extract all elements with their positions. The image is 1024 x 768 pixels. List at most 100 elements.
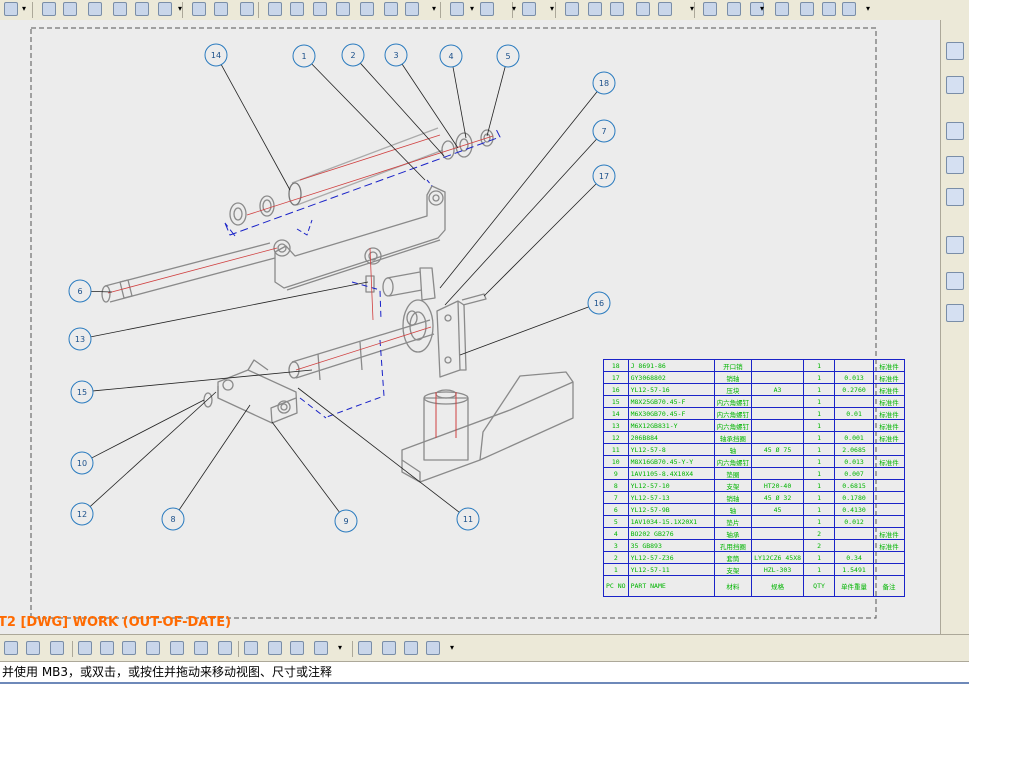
bom-row[interactable]: 2 YL12-57-Z36 套筒 LY12CZ6 45X8 1 0.34: [603, 551, 906, 564]
bom-row[interactable]: 5 1AV1034-15.1X20X1 垫片 1 0.012: [603, 515, 906, 528]
table-icon[interactable]: [480, 2, 494, 16]
sketch-icon[interactable]: [100, 641, 114, 655]
part-balloon[interactable]: 4: [439, 44, 463, 68]
part-balloon[interactable]: 9: [334, 509, 358, 533]
select-icon[interactable]: [360, 2, 374, 16]
dropdown-arrow-icon[interactable]: ▾: [866, 4, 870, 13]
hatch-icon[interactable]: [727, 2, 741, 16]
undo-icon[interactable]: [158, 2, 172, 16]
break-icon[interactable]: [382, 641, 396, 655]
symbol-icon[interactable]: [588, 2, 602, 16]
part-balloon[interactable]: 3: [384, 43, 408, 67]
paste-icon[interactable]: [135, 2, 149, 16]
wireframe-icon[interactable]: [78, 641, 92, 655]
spline-icon[interactable]: [146, 641, 160, 655]
save-icon[interactable]: [800, 2, 814, 16]
bom-row[interactable]: 17 GY3068802 销轴 1 0.013 标准件: [603, 371, 906, 384]
dropdown-arrow-icon[interactable]: ▾: [550, 4, 554, 13]
part-balloon[interactable]: 2: [341, 43, 365, 67]
dropdown-arrow-icon[interactable]: ▾: [338, 643, 342, 652]
bom-row[interactable]: 15 M8X25GB70.45-F 内六角螺钉 1 标准件: [603, 395, 906, 408]
bom-row[interactable]: 8 YL12-57-10 支架 HT20-40 1 0.6815: [603, 479, 906, 492]
part-balloon[interactable]: 16: [587, 291, 611, 315]
cut-icon[interactable]: [822, 2, 836, 16]
save-icon[interactable]: [63, 2, 77, 16]
bom-row[interactable]: 12 206B884 轴承挡圈 1 0.001 标准件: [603, 431, 906, 444]
dropdown-arrow-icon[interactable]: ▾: [22, 4, 26, 13]
format-icon[interactable]: [610, 2, 624, 16]
help-icon[interactable]: [946, 188, 964, 206]
bom-row[interactable]: 14 M6X30GB70.45-F 内六角螺钉 1 0.01 标准件: [603, 407, 906, 420]
section-icon[interactable]: [314, 641, 328, 655]
dropdown-arrow-icon[interactable]: ▾: [450, 643, 454, 652]
part-balloon[interactable]: 14: [204, 43, 228, 67]
text-icon[interactable]: [522, 2, 536, 16]
bom-parts-list[interactable]: 18 J 8691-86 开口销 1 标准件 17 GY3068802 销轴 1 0.013 标准件…: [603, 359, 906, 597]
dropdown-arrow-icon[interactable]: ▾: [470, 4, 474, 13]
point-icon[interactable]: [450, 2, 464, 16]
part-balloon[interactable]: 10: [70, 451, 94, 475]
part-navigator-icon[interactable]: [946, 76, 964, 94]
bom-header-row[interactable]: PC NO PART NAME 材料 规格 QTY 单件重量 备注: [603, 575, 906, 597]
roles-icon[interactable]: [946, 304, 964, 322]
layer-visible-icon[interactable]: [50, 641, 64, 655]
refresh-icon[interactable]: [214, 2, 228, 16]
part-balloon[interactable]: 17: [592, 164, 616, 188]
offset-icon[interactable]: [170, 641, 184, 655]
drawing-graphics-window[interactable]: 14 1 2 3 4 5 18 7 17 16 6 13 15 10 12 8 9 11 T2 [DWG] WOR…: [0, 20, 940, 634]
bom-row[interactable]: 11 YL12-57-8 轴 45 Ø 75 1 2.0685: [603, 443, 906, 456]
dimension-icon[interactable]: [384, 2, 398, 16]
part-balloon[interactable]: 18: [592, 71, 616, 95]
detail-icon[interactable]: [358, 641, 372, 655]
part-balloon[interactable]: 7: [592, 119, 616, 143]
layer-settings-icon[interactable]: [26, 641, 40, 655]
part-balloon[interactable]: 6: [68, 279, 92, 303]
part-balloon[interactable]: 5: [496, 44, 520, 68]
bom-row[interactable]: 1 YL12-57-11 支架 HZL-303 1 1.5491: [603, 563, 906, 576]
dropdown-arrow-icon[interactable]: ▾: [178, 4, 182, 13]
open-icon[interactable]: [42, 2, 56, 16]
curve-icon[interactable]: [122, 641, 136, 655]
pan-icon[interactable]: [313, 2, 327, 16]
dropdown-arrow-icon[interactable]: ▾: [690, 4, 694, 13]
note-icon[interactable]: [565, 2, 579, 16]
bom-row[interactable]: 13 M6X12GB831-Y 内六角螺钉 1 标准件: [603, 419, 906, 432]
bom-row[interactable]: 16 YL12-57-16 压块 A3 1 0.2760 标准件: [603, 383, 906, 396]
model-icon[interactable]: [268, 641, 282, 655]
assembly-navigator-icon[interactable]: [946, 42, 964, 60]
flag-icon[interactable]: [703, 2, 717, 16]
line-icon[interactable]: [405, 2, 419, 16]
layer-settings-icon[interactable]: [426, 641, 440, 655]
bom-row[interactable]: 10 M8X16GB70.45-Y-Y 内六角螺钉 1 0.013 标准件: [603, 455, 906, 468]
bom-row[interactable]: 18 J 8691-86 开口销 1 标准件: [603, 359, 906, 372]
dropdown-arrow-icon[interactable]: ▾: [432, 4, 436, 13]
part-balloon[interactable]: 12: [70, 502, 94, 526]
copy-icon[interactable]: [113, 2, 127, 16]
open-icon[interactable]: [775, 2, 789, 16]
part-balloon[interactable]: 11: [456, 507, 480, 531]
part-balloon[interactable]: 13: [68, 327, 92, 351]
cut-icon[interactable]: [88, 2, 102, 16]
fit-icon[interactable]: [268, 2, 282, 16]
bom-row[interactable]: 6 YL12-57-9B 轴 45 1 0.4130: [603, 503, 906, 516]
part-balloon[interactable]: 15: [70, 380, 94, 404]
bom-row[interactable]: 3 35 GB893 孔用挡圈 2 标准件: [603, 539, 906, 552]
part-balloon[interactable]: 8: [161, 507, 185, 531]
dropdown-arrow-icon[interactable]: ▾: [760, 4, 764, 13]
palette-icon[interactable]: [946, 272, 964, 290]
label-icon[interactable]: [636, 2, 650, 16]
measure-icon[interactable]: [658, 2, 672, 16]
part-balloon[interactable]: 1: [292, 44, 316, 68]
new-icon[interactable]: [4, 2, 18, 16]
view-edit-icon[interactable]: [290, 641, 304, 655]
dropdown-arrow-icon[interactable]: ▾: [512, 4, 516, 13]
bom-row[interactable]: 9 1AV1105-8.4X10X4 垫圈 1 0.007: [603, 467, 906, 480]
layer-icon[interactable]: [4, 641, 18, 655]
history-icon[interactable]: [946, 156, 964, 174]
view-icon[interactable]: [240, 2, 254, 16]
rotate-icon[interactable]: [336, 2, 350, 16]
analysis-icon[interactable]: [218, 641, 232, 655]
layer-icon[interactable]: [404, 641, 418, 655]
bom-row[interactable]: 4 BO202 GB276 轴承 2 标准件: [603, 527, 906, 540]
clock-icon[interactable]: [946, 236, 964, 254]
